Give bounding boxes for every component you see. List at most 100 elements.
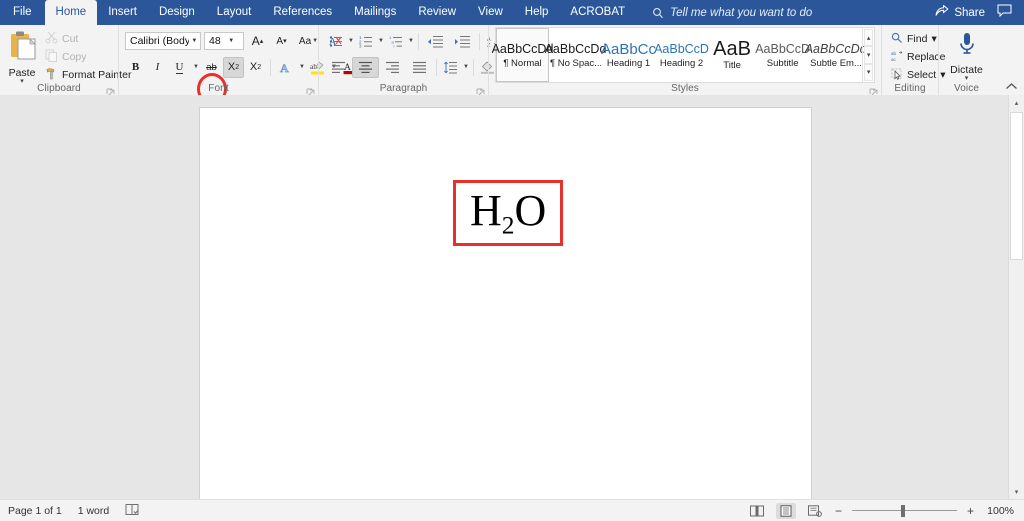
justify-button[interactable] xyxy=(406,57,433,78)
tab-mailings[interactable]: Mailings xyxy=(343,0,407,25)
tab-review[interactable]: Review xyxy=(407,0,467,25)
tab-view[interactable]: View xyxy=(467,0,514,25)
style-item-no-spacing[interactable]: AaBbCcDd ¶ No Spac... xyxy=(545,28,607,82)
style-preview: AaBbCcD xyxy=(755,41,811,56)
bold-button[interactable]: B xyxy=(125,57,146,78)
proofing-icon[interactable] xyxy=(125,503,140,519)
align-left-button[interactable] xyxy=(325,57,352,78)
zoom-level-label[interactable]: 100% xyxy=(984,505,1014,517)
style-item-subtle-emphasis[interactable]: AaBbCcDd Subtle Em... xyxy=(805,28,867,82)
styles-scroll-up-icon[interactable]: ▴ xyxy=(864,29,873,47)
bullets-dropdown-icon[interactable]: ▼ xyxy=(346,31,355,52)
font-size-combobox[interactable]: 48 ▼ xyxy=(204,32,244,50)
formula-annotation-box: H2O xyxy=(453,180,564,246)
document-text-h2o[interactable]: H2O xyxy=(470,186,546,238)
styles-gallery-scroll[interactable]: ▴ ▾ ▾ xyxy=(862,28,874,82)
chevron-down-icon[interactable]: ▼ xyxy=(189,33,200,49)
style-item-heading-2[interactable]: AaBbCcD Heading 2 xyxy=(654,28,709,82)
text-effects-button[interactable]: A xyxy=(275,57,296,78)
multilevel-list-dropdown-icon[interactable]: ▼ xyxy=(406,31,415,52)
bullets-button[interactable] xyxy=(325,31,346,52)
ribbon-group-styles: AaBbCcDd ¶ Normal AaBbCcDd ¶ No Spac... … xyxy=(488,25,881,97)
tell-me-search-box[interactable]: Tell me what you want to do xyxy=(652,0,812,25)
tab-help[interactable]: Help xyxy=(514,0,560,25)
tell-me-placeholder: Tell me what you want to do xyxy=(670,6,813,19)
strikethrough-button[interactable]: ab xyxy=(201,57,222,78)
collapse-ribbon-button[interactable] xyxy=(1005,82,1018,93)
zoom-in-button[interactable]: + xyxy=(966,504,975,518)
underline-dropdown-icon[interactable]: ▼ xyxy=(191,57,200,78)
shrink-font-button[interactable]: A ▾ xyxy=(271,31,292,52)
comment-icon[interactable] xyxy=(997,4,1012,22)
ribbon-tab-bar: File Home Insert Design Layout Reference… xyxy=(0,0,1024,25)
subscript-button[interactable]: X2 xyxy=(223,56,244,78)
share-icon xyxy=(935,4,949,20)
font-name-value: Calibri (Body) xyxy=(130,35,189,47)
share-button[interactable]: Share xyxy=(935,4,985,20)
style-item-title[interactable]: AaB Title xyxy=(708,28,756,82)
tab-acrobat[interactable]: ACROBAT xyxy=(559,0,636,25)
paste-button[interactable]: Paste ▾ xyxy=(6,28,38,85)
font-name-combobox[interactable]: Calibri (Body) ▼ xyxy=(125,32,201,50)
zoom-slider-handle[interactable] xyxy=(901,504,905,517)
svg-text:ab: ab xyxy=(891,51,897,56)
line-spacing-button[interactable] xyxy=(440,57,461,78)
style-preview: AaBbCcD xyxy=(654,41,709,56)
dictate-button[interactable]: Dictate ▾ xyxy=(946,28,988,82)
numbering-dropdown-icon[interactable]: ▼ xyxy=(376,31,385,52)
scroll-down-icon[interactable]: ▾ xyxy=(1009,484,1024,500)
style-name: ¶ No Spac... xyxy=(550,57,601,69)
find-caret-icon[interactable]: ▾ xyxy=(931,33,936,45)
underline-button[interactable]: U xyxy=(169,57,190,78)
vertical-scrollbar[interactable]: ▴ ▾ xyxy=(1008,95,1024,500)
tab-insert[interactable]: Insert xyxy=(97,0,148,25)
style-item-heading-1[interactable]: AaBbCc Heading 1 xyxy=(600,28,657,82)
increase-indent-button[interactable] xyxy=(449,31,476,52)
paragraph-dialog-launcher-icon[interactable] xyxy=(476,84,485,97)
grow-font-button[interactable]: A ▴ xyxy=(247,31,268,52)
line-spacing-dropdown-icon[interactable]: ▼ xyxy=(461,57,470,78)
style-item-normal[interactable]: AaBbCcDd ¶ Normal xyxy=(492,28,553,82)
zoom-out-button[interactable]: − xyxy=(834,504,843,518)
numbering-button[interactable]: 123 xyxy=(355,31,376,52)
zoom-slider[interactable] xyxy=(852,504,957,518)
styles-more-icon[interactable]: ▾ xyxy=(864,63,873,81)
tab-home[interactable]: Home xyxy=(44,0,98,25)
dictate-caret-icon[interactable]: ▾ xyxy=(965,75,969,82)
styles-scroll-down-icon[interactable]: ▾ xyxy=(864,46,873,64)
clipboard-dialog-launcher-icon[interactable] xyxy=(106,84,115,97)
read-mode-view-button[interactable] xyxy=(747,503,767,519)
text-effects-dropdown-icon[interactable]: ▼ xyxy=(297,57,306,78)
style-preview: AaBbCc xyxy=(600,41,657,57)
web-layout-view-button[interactable] xyxy=(805,503,825,519)
italic-button[interactable]: I xyxy=(147,57,168,78)
print-layout-view-button[interactable] xyxy=(776,502,796,519)
multilevel-list-button[interactable]: 1ai xyxy=(385,31,406,52)
decrease-indent-button[interactable] xyxy=(422,31,449,52)
scrollbar-thumb[interactable] xyxy=(1010,112,1023,260)
style-item-subtitle[interactable]: AaBbCcD Subtitle xyxy=(755,28,811,82)
styles-gallery[interactable]: AaBbCcDd ¶ Normal AaBbCcDd ¶ No Spac... … xyxy=(492,27,875,83)
document-page[interactable]: H2O xyxy=(200,108,811,500)
styles-dialog-launcher-icon[interactable] xyxy=(869,84,878,97)
clipboard-group-label: Clipboard xyxy=(37,83,81,94)
formula-subscript: 2 xyxy=(501,210,515,240)
superscript-button[interactable]: X2 xyxy=(245,57,266,78)
tab-file[interactable]: File xyxy=(0,0,45,25)
status-bar-right: − + 100% xyxy=(747,502,1024,519)
align-center-button[interactable] xyxy=(352,56,379,78)
tab-layout[interactable]: Layout xyxy=(206,0,263,25)
chevron-down-icon[interactable]: ▼ xyxy=(225,33,238,49)
scroll-up-icon[interactable]: ▴ xyxy=(1009,95,1024,111)
font-dialog-launcher-icon[interactable] xyxy=(306,84,315,97)
status-bar: Page 1 of 1 1 word − + 100% xyxy=(0,499,1024,521)
tab-design[interactable]: Design xyxy=(148,0,206,25)
cut-label: Cut xyxy=(62,33,79,45)
tab-references[interactable]: References xyxy=(262,0,343,25)
align-right-button[interactable] xyxy=(379,57,406,78)
page-indicator[interactable]: Page 1 of 1 xyxy=(8,505,62,517)
word-count[interactable]: 1 word xyxy=(78,505,110,517)
underline-label: U xyxy=(175,60,184,74)
subscript-label: X xyxy=(227,61,236,73)
formula-prefix: H xyxy=(470,186,502,235)
